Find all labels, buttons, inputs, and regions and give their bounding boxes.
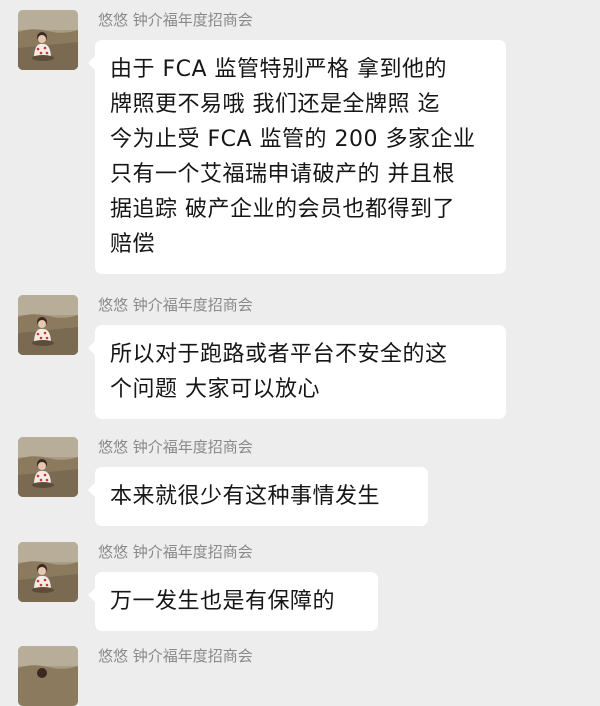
message-bubble[interactable]: 所以对于跑路或者平台不安全的这 个问题 大家可以放心 — [88, 325, 506, 419]
sender-name: 悠悠 钟介福年度招商会 — [98, 543, 253, 561]
avatar-icon[interactable] — [18, 646, 78, 706]
avatar-child-in-field-icon — [18, 542, 78, 602]
sender-name: 悠悠 钟介福年度招商会 — [98, 438, 253, 456]
message-bubble[interactable]: 本来就很少有这种事情发生 — [88, 467, 428, 526]
sender-name: 悠悠 钟介福年度招商会 — [98, 647, 253, 665]
sender-name: 悠悠 钟介福年度招商会 — [98, 296, 253, 314]
avatar-icon[interactable] — [18, 437, 78, 497]
message-bubble[interactable]: 万一发生也是有保障的 — [88, 572, 378, 631]
avatar-child-in-field-icon — [18, 295, 78, 355]
message-bubble[interactable]: 由于 FCA 监管特别严格 拿到他的 牌照更不易哦 我们还是全牌照 迄 今为止受… — [88, 40, 506, 274]
avatar-icon[interactable] — [18, 542, 78, 602]
chat-message-list[interactable]: 悠悠 钟介福年度招商会 由于 FCA 监管特别严格 拿到他的 牌照更不易哦 我们… — [0, 0, 600, 706]
avatar-child-in-field-icon — [18, 646, 78, 706]
avatar-icon[interactable] — [18, 295, 78, 355]
avatar-child-in-field-icon — [18, 10, 78, 70]
sender-name: 悠悠 钟介福年度招商会 — [98, 11, 253, 29]
avatar-child-in-field-icon — [18, 437, 78, 497]
avatar-icon[interactable] — [18, 10, 78, 70]
